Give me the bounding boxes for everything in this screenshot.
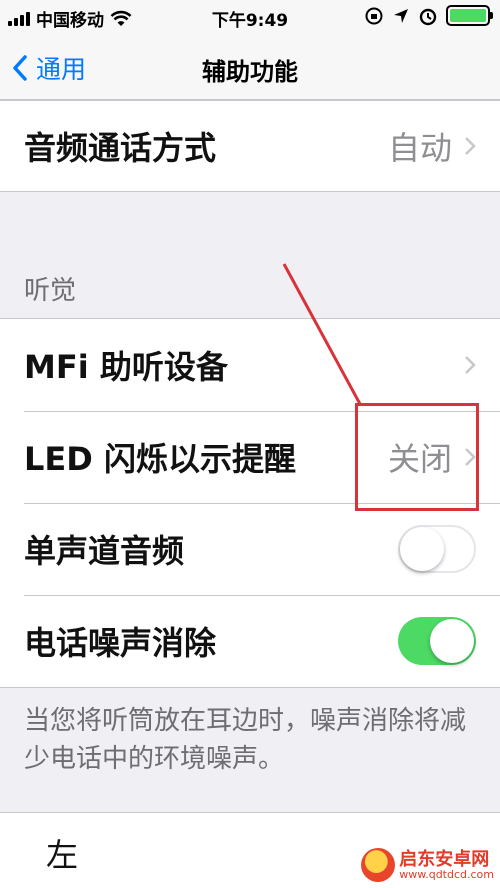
- watermark: 启东安卓网 www.qdtdcd.com: [361, 848, 494, 882]
- watermark-url: www.qdtdcd.com: [399, 867, 494, 881]
- annotation-box: [355, 403, 479, 511]
- watermark-name: 启东安卓网: [399, 848, 490, 870]
- watermark-logo-icon: [361, 848, 396, 882]
